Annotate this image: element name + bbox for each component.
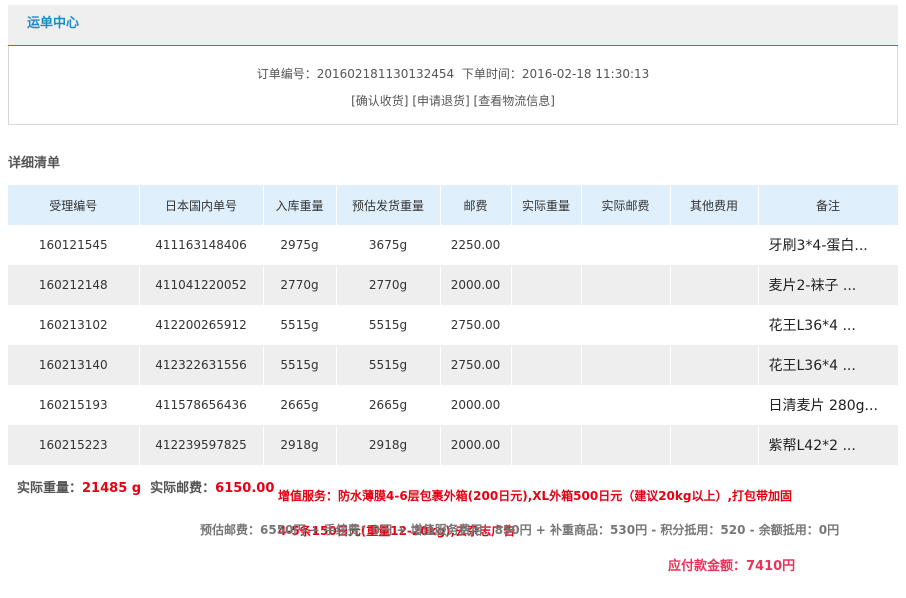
cell-note: 紫帮L42*2 ... bbox=[758, 425, 899, 465]
view-logistics-link[interactable]: [查看物流信息] bbox=[474, 94, 555, 108]
cell-actual-postage bbox=[581, 265, 671, 305]
cell-jp-no: 412239597825 bbox=[139, 425, 264, 465]
cell-actual-postage bbox=[581, 225, 671, 265]
header-in-weight: 入库重量 bbox=[263, 185, 337, 225]
cell-jp-no: 412322631556 bbox=[139, 345, 264, 385]
order-number-label: 订单编号： bbox=[256, 67, 317, 81]
cell-note: 花王L36*4 ... bbox=[758, 305, 899, 345]
cell-id: 160215193 bbox=[8, 385, 140, 425]
table-row: 160213102 412200265912 5515g 5515g 2750.… bbox=[8, 305, 899, 345]
table-row: 160212148 411041220052 2770g 2770g 2000.… bbox=[8, 265, 899, 305]
cell-in-weight: 2975g bbox=[263, 225, 337, 265]
cell-actual-postage bbox=[581, 425, 671, 465]
cell-jp-no: 411041220052 bbox=[139, 265, 264, 305]
cell-actual-weight bbox=[511, 265, 582, 305]
cell-note: 麦片2-袜子 ... bbox=[758, 265, 899, 305]
value-added-services: 增值服务：防水薄膜4-6层包裹外箱(200日元),XL外箱500日元（建议20k… bbox=[278, 489, 793, 538]
cell-jp-no: 411578656436 bbox=[139, 385, 264, 425]
header-bar: 运单中心 bbox=[8, 5, 898, 46]
page-title: 运单中心 bbox=[27, 16, 80, 31]
request-return-link[interactable]: [申请退货] bbox=[412, 94, 469, 108]
cell-jp-no: 411163148406 bbox=[139, 225, 264, 265]
cell-actual-weight bbox=[511, 225, 582, 265]
cell-in-weight: 2770g bbox=[263, 265, 337, 305]
table-row: 160215223 412239597825 2918g 2918g 2000.… bbox=[8, 425, 899, 465]
cell-actual-postage bbox=[581, 345, 671, 385]
cell-other-fee bbox=[670, 425, 759, 465]
cell-est-weight: 5515g bbox=[336, 345, 441, 385]
cell-est-weight: 2770g bbox=[336, 265, 441, 305]
table-header-row: 受理编号 日本国内单号 入库重量 预估发货重量 邮费 实际重量 实际邮费 其他费… bbox=[8, 185, 899, 225]
order-info-line: 订单编号：201602181130132454 下单时间：2016-02-18 … bbox=[9, 65, 897, 82]
cell-id: 160121545 bbox=[8, 225, 140, 265]
cell-in-weight: 2665g bbox=[263, 385, 337, 425]
cell-postage: 2000.00 bbox=[440, 265, 512, 305]
cell-jp-no: 412200265912 bbox=[139, 305, 264, 345]
cell-postage: 2750.00 bbox=[440, 305, 512, 345]
order-info-panel: 订单编号：201602181130132454 下单时间：2016-02-18 … bbox=[8, 46, 898, 125]
table-row: 160213140 412322631556 5515g 5515g 2750.… bbox=[8, 345, 899, 385]
cell-actual-weight bbox=[511, 305, 582, 345]
cell-id: 160213102 bbox=[8, 305, 140, 345]
detail-table: 受理编号 日本国内单号 入库重量 预估发货重量 邮费 实际重量 实际邮费 其他费… bbox=[8, 185, 899, 465]
cell-in-weight: 5515g bbox=[263, 345, 337, 385]
cell-est-weight: 2918g bbox=[336, 425, 441, 465]
cell-est-weight: 5515g bbox=[336, 305, 441, 345]
cell-actual-weight bbox=[511, 425, 582, 465]
header-jp-no: 日本国内单号 bbox=[139, 185, 264, 225]
cell-other-fee bbox=[670, 345, 759, 385]
cell-id: 160213140 bbox=[8, 345, 140, 385]
section-title: 详细清单 bbox=[8, 156, 61, 171]
table-row: 160121545 411163148406 2975g 3675g 2250.… bbox=[8, 225, 899, 265]
cell-actual-weight bbox=[511, 345, 582, 385]
actual-postage-value: 6150.00 bbox=[215, 481, 275, 496]
cell-note: 花王L36*4 ... bbox=[758, 345, 899, 385]
cell-note: 牙刷3*4-蛋白... bbox=[758, 225, 899, 265]
actual-weight-label: 实际重量： bbox=[17, 481, 83, 496]
weight-postage-summary: 实际重量：21485 g 实际邮费：6150.00 bbox=[17, 477, 274, 496]
cell-actual-postage bbox=[581, 305, 671, 345]
header-id: 受理编号 bbox=[8, 185, 140, 225]
fee-breakdown: 预估邮费：6550円 + 手续费：0円 + 增值服务费用：850円 + 补重商品… bbox=[200, 523, 840, 537]
order-number: 201602181130132454 bbox=[316, 67, 455, 81]
cell-in-weight: 2918g bbox=[263, 425, 337, 465]
cell-est-weight: 2665g bbox=[336, 385, 441, 425]
header-est-weight: 预估发货重量 bbox=[336, 185, 441, 225]
cell-other-fee bbox=[670, 225, 759, 265]
actual-weight-value: 21485 g bbox=[82, 481, 142, 496]
cell-other-fee bbox=[670, 305, 759, 345]
cell-est-weight: 3675g bbox=[336, 225, 441, 265]
header-actual-weight: 实际重量 bbox=[511, 185, 582, 225]
cell-in-weight: 5515g bbox=[263, 305, 337, 345]
confirm-receipt-link[interactable]: [确认收货] bbox=[351, 94, 408, 108]
header-actual-postage: 实际邮费 bbox=[581, 185, 671, 225]
cell-other-fee bbox=[670, 385, 759, 425]
actual-postage-label: 实际邮费： bbox=[150, 481, 216, 496]
cell-note: 日清麦片 280g... bbox=[758, 385, 899, 425]
cell-postage: 2000.00 bbox=[440, 385, 512, 425]
cell-postage: 2000.00 bbox=[440, 425, 512, 465]
cell-other-fee bbox=[670, 265, 759, 305]
cell-id: 160215223 bbox=[8, 425, 140, 465]
cell-postage: 2250.00 bbox=[440, 225, 512, 265]
cell-postage: 2750.00 bbox=[440, 345, 512, 385]
cell-actual-postage bbox=[581, 385, 671, 425]
cell-actual-weight bbox=[511, 385, 582, 425]
cell-id: 160212148 bbox=[8, 265, 140, 305]
order-actions: [确认收货] [申请退货] [查看物流信息] bbox=[9, 92, 897, 109]
header-other-fee: 其他费用 bbox=[670, 185, 759, 225]
table-row: 160215193 411578656436 2665g 2665g 2000.… bbox=[8, 385, 899, 425]
header-postage: 邮费 bbox=[440, 185, 512, 225]
order-time-label: 下单时间： bbox=[461, 67, 522, 81]
header-note: 备注 bbox=[758, 185, 899, 225]
order-time: 2016-02-18 11:30:13 bbox=[521, 67, 650, 81]
total-payable: 应付款金额：7410円 bbox=[668, 559, 796, 574]
